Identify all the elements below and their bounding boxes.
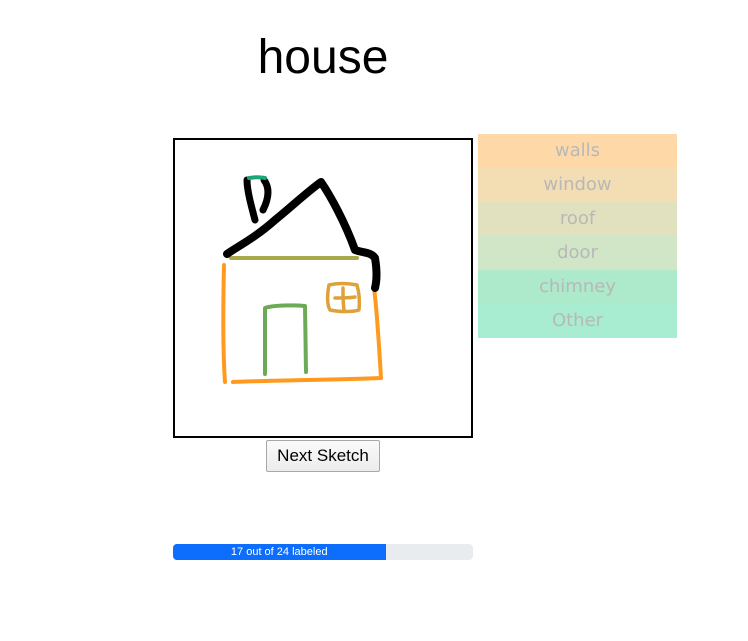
page-title: house [257, 31, 389, 84]
sketch-canvas[interactable] [173, 138, 473, 438]
progress-bar-fill: 17 out of 24 labeled [173, 544, 386, 560]
label-window[interactable]: window [478, 168, 677, 202]
progress-bar: 17 out of 24 labeled [173, 544, 473, 560]
stroke-door [263, 303, 308, 376]
label-other[interactable]: Other [478, 304, 677, 338]
label-list: walls window roof door chimney Other [478, 134, 677, 338]
label-chimney[interactable]: chimney [478, 270, 677, 304]
label-door[interactable]: door [478, 236, 677, 270]
stroke-chimney [243, 176, 272, 224]
label-roof[interactable]: roof [478, 202, 677, 236]
next-sketch-button[interactable]: Next Sketch [266, 440, 380, 472]
sketch-drawing [221, 175, 383, 384]
stroke-chimney-top [247, 175, 267, 180]
stroke-walls [221, 263, 383, 384]
label-walls[interactable]: walls [478, 134, 677, 168]
stroke-window [325, 281, 362, 314]
